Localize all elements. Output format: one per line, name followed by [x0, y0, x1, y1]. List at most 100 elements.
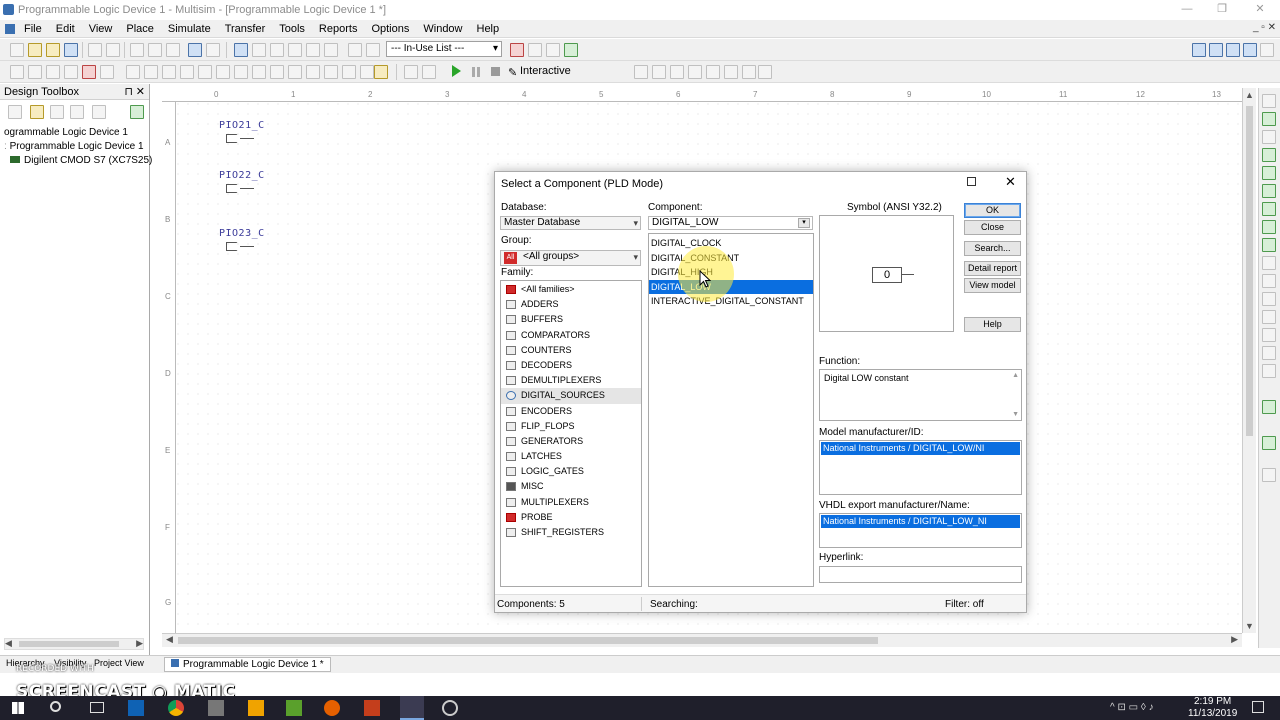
instrument-logic-converter-icon[interactable]	[1262, 256, 1276, 270]
interactive-mode-label[interactable]: Interactive	[520, 65, 571, 77]
hyperlink-field[interactable]	[819, 566, 1022, 583]
pause-icon[interactable]	[472, 67, 480, 77]
canvas-vscroll[interactable]: ▲ ▼	[1242, 88, 1256, 633]
instrument-multimeter-icon[interactable]	[1262, 94, 1276, 108]
menu-file[interactable]: File	[17, 20, 49, 38]
family-item[interactable]: MULTIPLEXERS	[501, 495, 641, 510]
io-pin-symbol[interactable]	[226, 241, 254, 251]
instrument-tek-icon[interactable]	[1262, 364, 1276, 378]
component-power-icon[interactable]	[198, 65, 212, 79]
toolbox-hscroll[interactable]: ◀ ▶	[4, 638, 144, 650]
component-source-icon[interactable]	[10, 65, 24, 79]
search-icon[interactable]	[50, 701, 61, 712]
instrument-labview-icon[interactable]	[1262, 400, 1276, 414]
instrument-2-icon[interactable]	[652, 65, 666, 79]
component-mixed-icon[interactable]	[162, 65, 176, 79]
instrument-counter-icon[interactable]	[1262, 202, 1276, 216]
group-select[interactable]: All <All groups> ▾	[500, 250, 641, 266]
component-analog-icon[interactable]	[82, 65, 96, 79]
io-pin-symbol[interactable]	[226, 183, 254, 193]
app-icon-4[interactable]	[248, 700, 264, 716]
io-pin-symbol[interactable]	[226, 133, 254, 143]
zoom-sheet-icon[interactable]	[1243, 43, 1257, 57]
family-item[interactable]: ADDERS	[501, 297, 641, 312]
component-diode-icon[interactable]	[46, 65, 60, 79]
close-button[interactable]: Close	[964, 220, 1021, 235]
clock-time[interactable]: 2:19 PM	[1194, 696, 1231, 707]
app-icon-5[interactable]	[286, 700, 302, 716]
print-icon[interactable]	[88, 43, 102, 57]
instrument-3-icon[interactable]	[670, 65, 684, 79]
grapher-icon[interactable]	[288, 43, 302, 57]
instrument-network-icon[interactable]	[1262, 328, 1276, 342]
component-misc-icon[interactable]	[216, 65, 230, 79]
open-project-icon[interactable]	[30, 105, 44, 119]
print-preview-icon[interactable]	[106, 43, 120, 57]
clock-date[interactable]: 11/13/2019	[1188, 708, 1237, 719]
pin-label[interactable]: PIO21_C	[219, 120, 265, 131]
copy-icon[interactable]	[148, 43, 162, 57]
new-file-icon[interactable]	[10, 43, 24, 57]
probe-icon[interactable]	[510, 43, 524, 57]
component-ttl-icon[interactable]	[100, 65, 114, 79]
app-menu-icon[interactable]	[5, 23, 15, 34]
chrome-icon[interactable]	[168, 700, 184, 716]
open-folder-icon[interactable]	[28, 43, 42, 57]
properties-icon[interactable]	[130, 105, 144, 119]
multisim-taskbar-icon[interactable]	[400, 696, 424, 720]
save-project-icon[interactable]	[50, 105, 64, 119]
windows-start-icon[interactable]	[12, 702, 24, 714]
instrument-oscilloscope-icon[interactable]	[1262, 148, 1276, 162]
component-item[interactable]: INTERACTIVE_DIGITAL_CONSTANT	[649, 294, 813, 309]
taskview-icon[interactable]	[90, 702, 104, 713]
family-item[interactable]: GENERATORS	[501, 434, 641, 449]
instrument-ni-elvis-icon[interactable]	[1262, 436, 1276, 450]
zoom-area-icon[interactable]	[1226, 43, 1240, 57]
search-button[interactable]: Search...	[964, 241, 1021, 256]
family-item[interactable]: MISC	[501, 479, 641, 494]
component-mcu-icon[interactable]	[288, 65, 302, 79]
family-item[interactable]: LATCHES	[501, 449, 641, 464]
help-icon[interactable]	[564, 43, 578, 57]
ok-button[interactable]: OK	[964, 203, 1021, 218]
tree-root[interactable]: ogrammable Logic Device 1	[0, 126, 149, 140]
place-junction-icon[interactable]	[422, 65, 436, 79]
menu-tools[interactable]: Tools	[272, 20, 312, 38]
tray-icons[interactable]: ^ ⊡ ▭ ◊ ♪	[1110, 702, 1154, 713]
zoom-component-icon[interactable]	[528, 43, 542, 57]
document-tab[interactable]: Programmable Logic Device 1 *	[164, 657, 331, 672]
component-cmos-icon[interactable]	[126, 65, 140, 79]
new-sheet-icon[interactable]	[8, 105, 22, 119]
annotate-icon[interactable]	[348, 43, 362, 57]
instrument-agilent-icon[interactable]	[1262, 346, 1276, 360]
canvas-hscroll[interactable]: ◀ ▶	[162, 633, 1242, 647]
pin-label[interactable]: PIO23_C	[219, 228, 265, 239]
dialog-close-icon[interactable]: ✕	[1005, 174, 1016, 190]
family-item[interactable]: BUFFERS	[501, 312, 641, 327]
component-indicator-icon[interactable]	[180, 65, 194, 79]
component-basic-icon[interactable]	[28, 65, 42, 79]
component-misc-digital-icon[interactable]	[144, 65, 158, 79]
mdi-controls[interactable]: _ ▫ ✕	[1253, 22, 1276, 33]
family-item[interactable]: ENCODERS	[501, 404, 641, 419]
menu-options[interactable]: Options	[364, 20, 416, 38]
run-icon[interactable]	[452, 65, 461, 77]
interactive-mode-icon[interactable]: ✎	[508, 66, 517, 79]
instrument-generator-icon[interactable]	[1262, 112, 1276, 126]
menu-view[interactable]: View	[82, 20, 120, 38]
family-list[interactable]: <All families> ADDERS BUFFERS COMPARATOR…	[500, 280, 642, 587]
family-item-selected[interactable]: DIGITAL_SOURCES	[501, 388, 641, 404]
back-annotate-icon[interactable]	[366, 43, 380, 57]
app-icon-8[interactable]	[442, 700, 458, 716]
instrument-5-icon[interactable]	[706, 65, 720, 79]
open-sample-icon[interactable]	[46, 43, 60, 57]
vhdl-list[interactable]: National Instruments / DIGITAL_LOW_NI	[819, 513, 1022, 548]
in-use-list-dropdown[interactable]: --- In-Use List ---	[386, 41, 502, 57]
component-electromech-icon[interactable]	[270, 65, 284, 79]
menu-transfer[interactable]: Transfer	[218, 20, 273, 38]
settings-icon[interactable]	[758, 65, 772, 79]
instrument-4ch-scope-icon[interactable]	[1262, 166, 1276, 180]
detail-report-button[interactable]: Detail report	[964, 261, 1021, 276]
vhdl-item[interactable]: National Instruments / DIGITAL_LOW_NI	[821, 515, 1020, 528]
menu-window[interactable]: Window	[416, 20, 469, 38]
